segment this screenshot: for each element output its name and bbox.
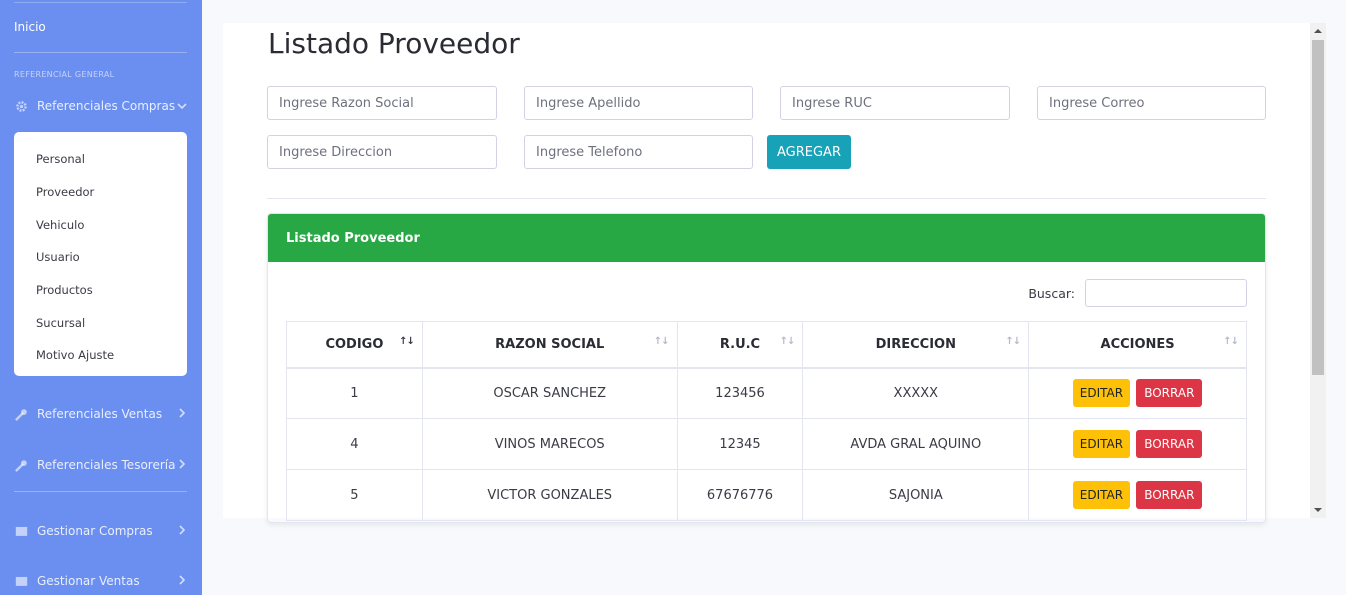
wrench-icon [14, 407, 28, 421]
submenu-item-productos[interactable]: Productos [14, 274, 187, 307]
submenu-item-usuario[interactable]: Usuario [14, 241, 187, 274]
sidebar-heading: REFERENCIAL GENERAL [14, 70, 115, 79]
sidebar-item-label: Gestionar Compras [37, 524, 153, 538]
column-header-codigo[interactable]: CODIGO ↑↓ [286, 321, 423, 369]
cell-acciones: EDITAR BORRAR [1028, 367, 1247, 419]
cell-direccion: SAJONIA [802, 469, 1030, 521]
chevron-down-icon [177, 99, 187, 113]
delete-button[interactable]: BORRAR [1136, 481, 1203, 509]
sidebar-item-gestionar-ventas[interactable]: Gestionar Ventas [14, 571, 187, 591]
direccion-input[interactable] [267, 135, 497, 169]
correo-input[interactable] [1037, 86, 1266, 120]
cell-razon-social: OSCAR SANCHEZ [421, 367, 678, 419]
sidebar-divider [14, 491, 187, 492]
sidebar-divider [14, 52, 187, 53]
ruc-input[interactable] [780, 86, 1010, 120]
cell-direccion: AVDA GRAL AQUINO [802, 418, 1030, 470]
razon-social-input[interactable] [267, 86, 497, 120]
vertical-scrollbar[interactable] [1310, 23, 1326, 518]
cell-razon-social: VICTOR GONZALES [421, 469, 678, 521]
agregar-button[interactable]: AGREGAR [767, 135, 851, 169]
sidebar-item-label: Referenciales Ventas [37, 407, 163, 421]
table-row: 1 OSCAR SANCHEZ 123456 XXXXX EDITAR BORR… [286, 367, 1247, 419]
main-content: Listado Proveedor AGREGAR Listado Provee… [223, 23, 1310, 523]
column-header-direccion[interactable]: DIRECCION ↑↓ [802, 321, 1030, 369]
sidebar-item-referenciales-ventas[interactable]: Referenciales Ventas [14, 404, 187, 424]
edit-button[interactable]: EDITAR [1072, 430, 1131, 458]
panel-header: Listado Proveedor [268, 214, 1265, 262]
delete-button[interactable]: BORRAR [1136, 430, 1203, 458]
sidebar-item-referenciales-tesoreria[interactable]: Referenciales Tesorería [14, 455, 187, 475]
edit-button[interactable]: EDITAR [1072, 379, 1131, 408]
cell-codigo: 5 [286, 469, 423, 521]
gear-icon [14, 99, 28, 113]
divider [267, 198, 1266, 199]
column-header-razon-social[interactable]: RAZON SOCIAL ↑↓ [421, 321, 678, 369]
edit-button[interactable]: EDITAR [1072, 481, 1131, 509]
page-title: Listado Proveedor [268, 27, 520, 60]
chevron-right-icon [177, 407, 187, 421]
scrollbar-thumb[interactable] [1312, 40, 1324, 375]
cell-ruc: 123456 [676, 367, 804, 419]
store-icon [14, 574, 28, 588]
submenu-item-personal[interactable]: Personal [14, 143, 187, 176]
sidebar-item-label: Gestionar Ventas [37, 574, 140, 588]
table-header-row: CODIGO ↑↓ RAZON SOCIAL ↑↓ R.U.C ↑↓ DIRECCIO… [286, 321, 1247, 369]
sidebar: Inicio REFERENCIAL GENERAL Referenciales… [0, 0, 202, 595]
sort-icon: ↑↓ [1005, 336, 1021, 347]
sidebar-divider [14, 2, 187, 3]
sidebar-item-referenciales-compras[interactable]: Referenciales Compras [14, 96, 187, 116]
sort-asc-icon: ↑↓ [399, 336, 415, 347]
chevron-right-icon [177, 524, 187, 538]
sidebar-item-label: Referenciales Tesorería [37, 458, 176, 472]
submenu-item-proveedor[interactable]: Proveedor [14, 176, 187, 209]
search-input[interactable] [1085, 279, 1247, 307]
apellido-input[interactable] [524, 86, 753, 120]
search-label: Buscar: [1028, 285, 1075, 301]
cell-acciones: EDITAR BORRAR [1028, 469, 1247, 521]
scroll-down-arrow-icon[interactable] [1314, 508, 1322, 512]
scroll-up-arrow-icon[interactable] [1314, 29, 1322, 33]
table-search: Buscar: [1028, 279, 1247, 307]
cell-codigo: 1 [286, 367, 423, 419]
column-header-acciones[interactable]: ACCIONES ↑↓ [1028, 321, 1247, 369]
sort-icon: ↑↓ [1223, 336, 1239, 347]
chevron-right-icon [177, 458, 187, 472]
submenu-item-vehiculo[interactable]: Vehiculo [14, 208, 187, 241]
wrench-icon [14, 458, 28, 472]
cell-direccion: XXXXX [802, 367, 1030, 419]
table-row: 5 VICTOR GONZALES 67676776 SAJONIA EDITA… [286, 469, 1247, 521]
delete-button[interactable]: BORRAR [1136, 379, 1203, 408]
cell-ruc: 12345 [676, 418, 804, 470]
proveedor-table-panel: Listado Proveedor Buscar: CODIGO ↑↓ RAZON… [267, 213, 1266, 523]
sidebar-item-inicio[interactable]: Inicio [14, 20, 46, 34]
store-icon [14, 524, 28, 538]
table-row: 4 VINOS MARECOS 12345 AVDA GRAL AQUINO E… [286, 418, 1247, 470]
sidebar-item-gestionar-compras[interactable]: Gestionar Compras [14, 521, 187, 541]
compras-submenu: Personal Proveedor Vehiculo Usuario Prod… [14, 132, 187, 376]
proveedor-table: CODIGO ↑↓ RAZON SOCIAL ↑↓ R.U.C ↑↓ DIRECCIO… [286, 321, 1247, 521]
cell-acciones: EDITAR BORRAR [1028, 418, 1247, 470]
submenu-item-motivo-ajuste[interactable]: Motivo Ajuste [14, 339, 187, 372]
telefono-input[interactable] [524, 135, 753, 169]
sort-icon: ↑↓ [653, 336, 670, 347]
cell-razon-social: VINOS MARECOS [421, 418, 678, 470]
sort-icon: ↑↓ [779, 336, 796, 347]
sidebar-item-label: Referenciales Compras [37, 99, 176, 113]
cell-ruc: 67676776 [676, 469, 804, 521]
chevron-right-icon [177, 574, 187, 588]
submenu-item-sucursal[interactable]: Sucursal [14, 306, 187, 339]
column-header-ruc[interactable]: R.U.C ↑↓ [676, 321, 804, 369]
cell-codigo: 4 [286, 418, 423, 470]
